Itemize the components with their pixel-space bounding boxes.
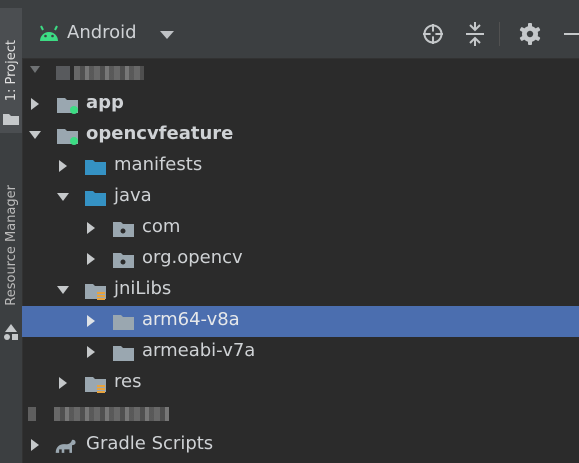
package-icon <box>113 253 134 268</box>
tree-label: opencvfeature <box>86 123 234 144</box>
module-folder-icon <box>57 98 78 114</box>
tree-label: jniLibs <box>114 278 172 299</box>
window-title-strip <box>22 0 579 10</box>
expand-arrow-icon[interactable] <box>82 213 100 244</box>
project-tab-label: 1: Project <box>3 39 19 102</box>
tree-row-arm64-v8a[interactable]: arm64-v8a <box>22 306 579 337</box>
obscured-icon <box>28 407 36 421</box>
tree-row-com[interactable]: com <box>22 213 579 244</box>
tree-row-opencvfeature[interactable]: opencvfeature <box>22 120 579 151</box>
project-folder-icon <box>3 114 19 125</box>
tree-label: arm64-v8a <box>142 309 240 330</box>
hide-icon[interactable] <box>562 22 579 46</box>
obscured-icon <box>56 66 70 80</box>
package-icon <box>113 222 134 237</box>
tree-label: app <box>86 92 124 113</box>
collapse-all-icon[interactable] <box>463 22 487 46</box>
resource-folder-icon <box>85 284 106 300</box>
collapse-arrow-icon[interactable] <box>54 275 72 306</box>
gradle-icon <box>55 439 76 453</box>
gear-icon[interactable] <box>518 22 542 46</box>
expand-arrow-icon[interactable] <box>54 368 72 399</box>
expand-arrow-icon[interactable] <box>26 430 44 461</box>
tree-label: manifests <box>114 154 203 175</box>
expand-arrow-icon[interactable] <box>82 337 100 368</box>
toolbar-separator <box>499 22 500 46</box>
folder-icon <box>113 315 134 330</box>
tree-row-org-opencv[interactable]: org.opencv <box>22 244 579 275</box>
collapse-arrow-icon[interactable] <box>26 120 44 151</box>
tree-row-app[interactable]: app <box>22 89 579 120</box>
tree-row-manifests[interactable]: manifests <box>22 151 579 182</box>
resource-folder-icon <box>85 377 106 393</box>
tree-label: java <box>114 185 152 206</box>
expand-arrow-icon[interactable] <box>26 58 44 89</box>
tree-row-java[interactable]: java <box>22 182 579 213</box>
expand-arrow-icon[interactable] <box>82 244 100 275</box>
android-icon <box>40 25 58 41</box>
tree-label: Gradle Scripts <box>86 433 214 454</box>
expand-arrow-icon[interactable] <box>82 306 100 337</box>
resource-manager-icon <box>4 324 18 340</box>
caret-down-icon[interactable] <box>160 31 174 39</box>
obscured-label <box>74 66 144 80</box>
tree-label: com <box>142 216 181 237</box>
tree-row-gradle-scripts[interactable]: Gradle Scripts <box>22 430 579 461</box>
tree-label: org.opencv <box>142 247 243 268</box>
folder-icon <box>85 160 106 175</box>
project-view-selector[interactable]: Android <box>67 22 137 43</box>
folder-icon <box>113 346 134 361</box>
locate-icon[interactable] <box>421 22 445 46</box>
tree-label: res <box>114 371 142 392</box>
tree-row-armeabi-v7a[interactable]: armeabi-v7a <box>22 337 579 368</box>
obscured-label <box>54 407 169 421</box>
tree-row-res[interactable]: res <box>22 368 579 399</box>
expand-arrow-icon[interactable] <box>26 89 44 120</box>
tree-row-obscured[interactable] <box>22 399 579 430</box>
resource-manager-tab-label: Resource Manager <box>3 184 19 306</box>
tool-window-strip: 1: Project Resource Manager <box>0 0 23 463</box>
resource-manager-tool-tab[interactable]: Resource Manager <box>0 150 22 340</box>
tree-label: armeabi-v7a <box>142 340 256 361</box>
module-folder-icon <box>57 129 78 145</box>
collapse-arrow-icon[interactable] <box>54 182 72 213</box>
tree-row-jnilibs[interactable]: jniLibs <box>22 275 579 306</box>
project-view-toolbar: Android <box>22 10 579 59</box>
tree-row-root[interactable] <box>22 58 579 89</box>
source-folder-icon <box>85 191 106 206</box>
expand-arrow-icon[interactable] <box>54 151 72 182</box>
